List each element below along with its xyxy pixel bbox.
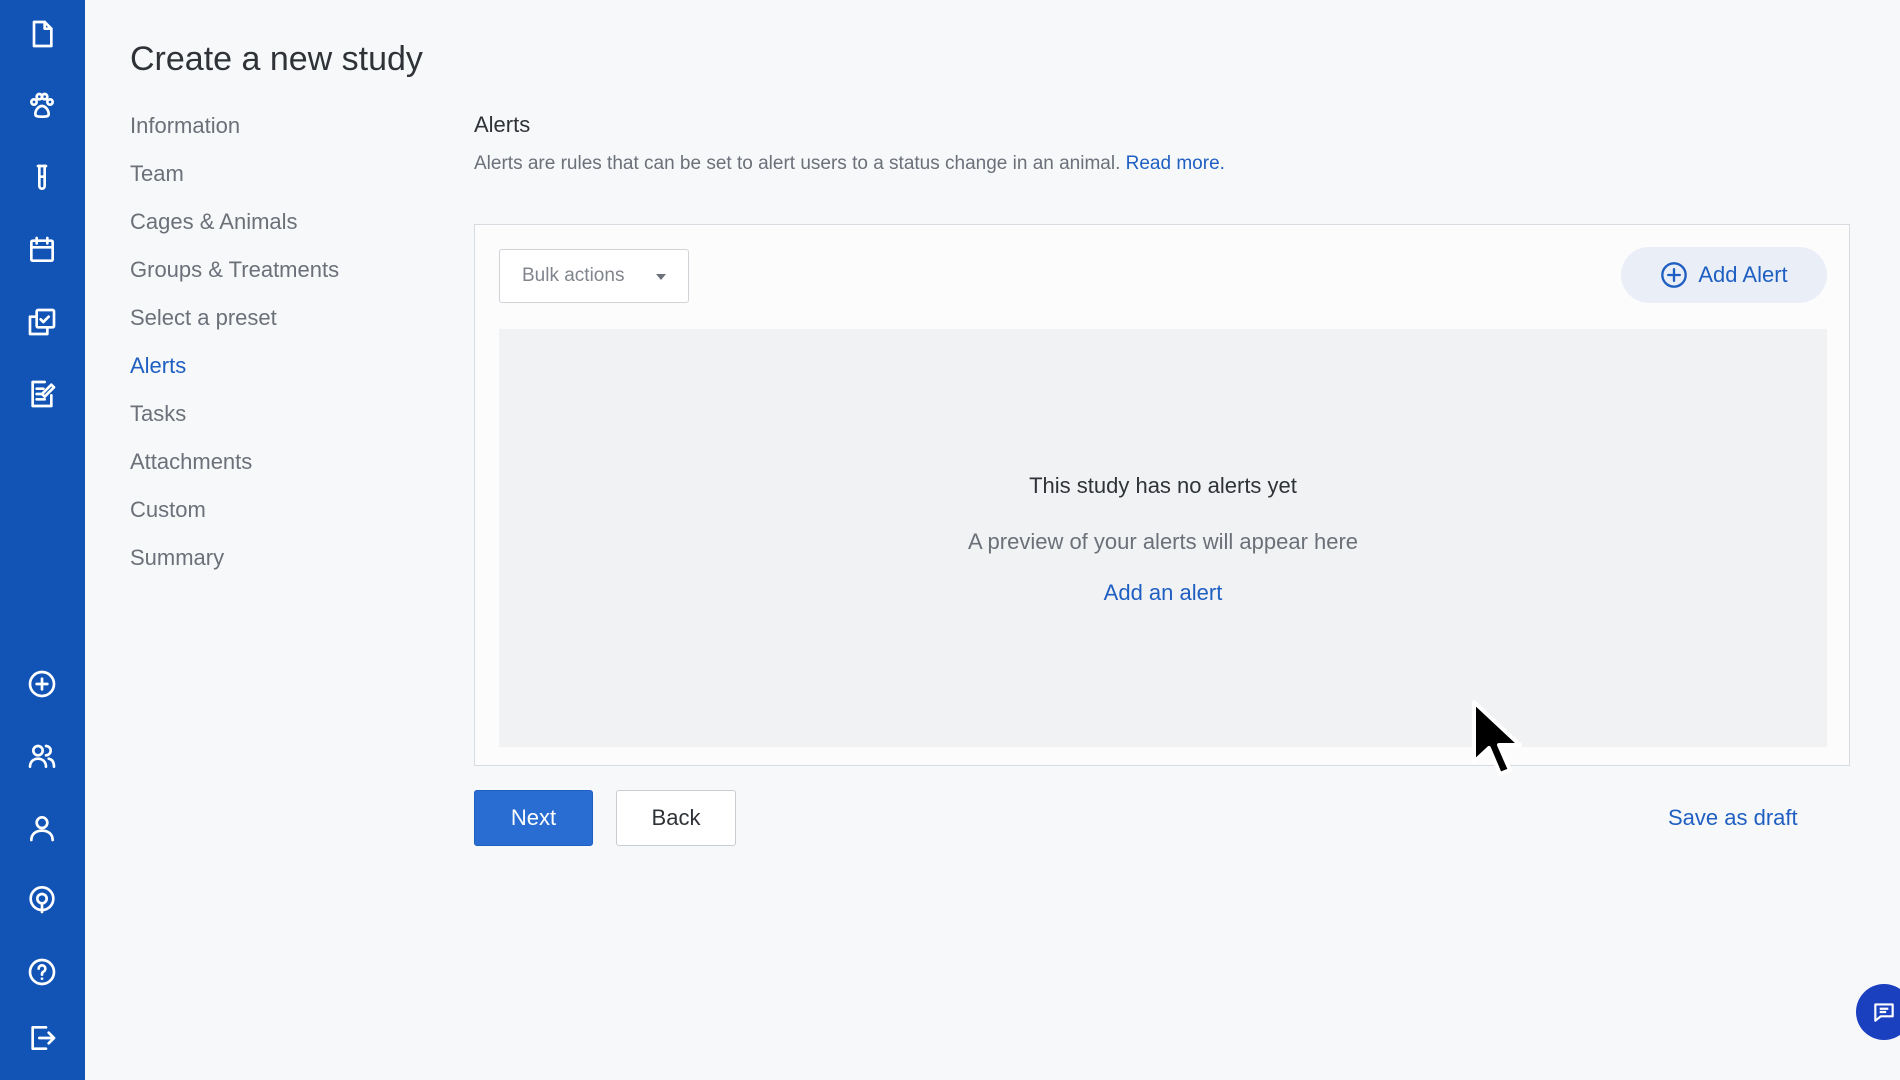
step-attachments[interactable]: Attachments: [130, 446, 450, 494]
empty-state-subtitle: A preview of your alerts will appear her…: [967, 529, 1359, 554]
paw-icon[interactable]: [20, 84, 64, 128]
back-button[interactable]: Back: [616, 790, 736, 846]
sidebar: [0, 0, 85, 1080]
support-icon[interactable]: [20, 878, 64, 922]
bulk-actions-label: Bulk actions: [522, 265, 625, 286]
help-icon[interactable]: [20, 950, 64, 994]
step-custom[interactable]: Custom: [130, 494, 450, 542]
plus-circle-icon: [1661, 262, 1688, 288]
bulk-actions-dropdown[interactable]: Bulk actions: [499, 249, 689, 303]
user-icon[interactable]: [20, 806, 64, 850]
empty-state: This study has no alerts yet A preview o…: [499, 329, 1827, 747]
mouse-cursor-icon: [1472, 700, 1522, 776]
alerts-panel: Bulk actions Add Alert This study has no…: [474, 224, 1850, 766]
chat-icon: [1874, 1003, 1894, 1022]
copy-check-icon[interactable]: [20, 300, 64, 344]
empty-state-title: This study has no alerts yet: [1029, 473, 1297, 498]
step-summary[interactable]: Summary: [130, 542, 450, 590]
step-cages-animals[interactable]: Cages & Animals: [130, 206, 450, 254]
section-description: Alerts are rules that can be set to aler…: [474, 153, 1225, 175]
add-alert-label: Add Alert: [1698, 262, 1788, 287]
chat-button[interactable]: [1856, 984, 1900, 1040]
test-tube-icon[interactable]: [20, 156, 64, 200]
caret-down-icon: [656, 274, 666, 280]
step-select-preset[interactable]: Select a preset: [130, 302, 450, 350]
add-alert-button[interactable]: Add Alert: [1621, 247, 1827, 303]
logout-icon[interactable]: [20, 1016, 64, 1060]
step-alerts[interactable]: Alerts: [130, 350, 450, 398]
step-team[interactable]: Team: [130, 158, 450, 206]
step-information[interactable]: Information: [130, 110, 450, 158]
file-icon[interactable]: [20, 12, 64, 56]
read-more-link[interactable]: Read more.: [1126, 153, 1225, 174]
section-title: Alerts: [474, 112, 531, 137]
add-an-alert-link[interactable]: Add an alert: [499, 580, 1827, 606]
step-tasks[interactable]: Tasks: [130, 398, 450, 446]
page-title: Create a new study: [130, 40, 423, 78]
users-icon[interactable]: [20, 734, 64, 778]
plus-circle-icon[interactable]: [20, 662, 64, 706]
step-navigation: Information Team Cages & Animals Groups …: [130, 110, 450, 590]
description-text: Alerts are rules that can be set to aler…: [474, 153, 1121, 174]
step-groups-treatments[interactable]: Groups & Treatments: [130, 254, 450, 302]
edit-note-icon[interactable]: [20, 372, 64, 416]
next-button[interactable]: Next: [474, 790, 593, 846]
save-as-draft-link[interactable]: Save as draft: [1668, 805, 1798, 831]
calendar-icon[interactable]: [20, 228, 64, 272]
